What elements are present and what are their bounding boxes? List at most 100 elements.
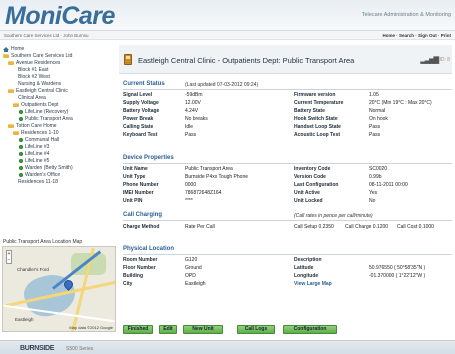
tree-item-communal-hall[interactable]: Communal Hall <box>19 137 59 143</box>
tree-item-outpatients[interactable]: Outpatients Dept <box>13 102 59 108</box>
current-site-user: Southern Care Services Ltd · John Burnsu <box>4 33 89 38</box>
tree-item-clinical-area[interactable]: Clinical Area <box>18 95 46 101</box>
tree-item-lifeline-3[interactable]: LifeLine #3 <box>19 144 49 150</box>
tree-item-block-2[interactable]: Block #2 West <box>18 74 50 80</box>
field-value: Ground <box>185 265 202 271</box>
field-label: Inventory Code <box>294 166 331 172</box>
call-cost-rate: Call Cost 0.1000 <box>397 224 434 230</box>
home-icon <box>3 46 9 52</box>
field-value: G120 <box>185 257 198 263</box>
folder-icon <box>3 54 9 58</box>
status-ok-icon <box>19 110 23 114</box>
divider <box>123 163 452 164</box>
field-label: Latitude <box>294 265 314 271</box>
tree-item-totton[interactable]: Totton Care Home <box>8 123 57 129</box>
map-label: Chandler's Ford <box>17 267 49 272</box>
call-charge-rate: Call Charge 0.1200 <box>345 224 389 230</box>
field-label: Current Temperature <box>294 100 344 106</box>
field-value: Pass <box>369 124 381 130</box>
field-label: Supply Voltage <box>123 100 159 106</box>
charge-method-value: Rate Per Call <box>185 224 215 230</box>
tree-item-wardens-office[interactable]: Warden's Office <box>19 172 60 178</box>
field-value: Public Transport Area <box>185 166 233 172</box>
app-tagline: Telecare Administration & Monitoring <box>361 12 451 18</box>
field-label: Signal Level <box>123 92 153 98</box>
phone-unit-icon <box>124 54 132 65</box>
status-ok-icon <box>19 173 23 177</box>
new-unit-button[interactable]: New Unit <box>183 325 223 334</box>
divider <box>123 220 452 221</box>
signal-strength-icon: ▂▃▅▇ <box>420 57 439 64</box>
map-label: Eastleigh <box>15 317 34 322</box>
field-label: Version Code <box>294 174 326 180</box>
tree-item-southern-care[interactable]: Southern Care Services Ltd <box>3 53 72 59</box>
tree-item-residences-11-18[interactable]: Residences 11-18 <box>18 179 58 185</box>
tree-item-public-transport[interactable]: Public Transport Area <box>19 116 73 122</box>
field-label: Battery Voltage <box>123 108 160 114</box>
map-title: Public Transport Area Location Map <box>3 239 83 245</box>
folder-icon <box>13 103 19 107</box>
tree-item-nursing[interactable]: Nursing & Wardens <box>18 81 61 87</box>
tree-item-eastleigh-clinic[interactable]: Eastleigh Central Clinic <box>8 88 68 94</box>
app-logo[interactable]: MoniCare <box>5 2 115 31</box>
folder-icon <box>8 124 14 128</box>
divider <box>123 254 452 255</box>
field-label: Longitude <box>294 273 319 279</box>
tree-item-lifeline-5[interactable]: LifeLine #5 <box>19 158 49 164</box>
field-value: Idle <box>185 124 194 130</box>
top-nav-links[interactable]: Home · Search · Sign Out · Print <box>382 33 451 38</box>
footer-brand: BURNSIDE <box>20 345 55 352</box>
field-value: **** <box>185 198 193 204</box>
call-logs-button[interactable]: Call Logs <box>237 325 275 334</box>
tree-item-lifeline-4[interactable]: LifeLine #4 <box>19 151 49 157</box>
divider <box>123 89 452 90</box>
field-label: Firmware version <box>294 92 336 98</box>
unit-title-bar: Eastleigh Central Clinic - Outpatients D… <box>119 45 452 74</box>
field-label: Acoustic Loop Test <box>294 132 341 138</box>
field-value: OPD <box>185 273 196 279</box>
map-zoom-control[interactable]: + − <box>6 250 12 264</box>
field-value: 1.05 <box>369 92 379 98</box>
field-label: Power Break <box>123 116 154 122</box>
location-map[interactable]: + − Chandler's Ford Eastleigh Map data ©2… <box>2 246 116 332</box>
section-call-charging: Call Charging <box>123 212 163 218</box>
tree-item-warden-betty[interactable]: Warden (Betty Smith) <box>19 165 73 171</box>
finished-button[interactable]: Finished <box>123 325 153 334</box>
app-header: MoniCare Telecare Administration & Monit… <box>0 0 455 31</box>
field-label: Handset Loop State <box>294 124 341 130</box>
page-title: Eastleigh Central Clinic - Outpatients D… <box>138 56 355 65</box>
tree-item-block-1[interactable]: Block #1 East <box>18 67 49 73</box>
status-ok-icon <box>19 138 23 142</box>
field-value: No <box>369 198 376 204</box>
footer: BURNSIDE S500 Series <box>0 340 455 354</box>
field-value: Burnside P4xx Tough Phone <box>185 174 249 180</box>
view-large-map-link[interactable]: View Large Map <box>294 281 332 287</box>
field-value: Pass <box>185 132 197 138</box>
folder-icon <box>8 61 14 65</box>
status-ok-icon <box>19 145 23 149</box>
field-value: Eastleigh <box>185 281 206 287</box>
folder-icon <box>8 89 14 93</box>
field-value: SC0020 <box>369 166 388 172</box>
field-label: Unit Name <box>123 166 148 172</box>
field-label: Room Number <box>123 257 158 263</box>
unit-id: ID: 8 <box>439 57 450 63</box>
tree-item-residences-1-10[interactable]: Residences 1-10 <box>13 130 59 136</box>
field-label: Calling State <box>123 124 154 130</box>
call-setup-rate: Call Setup 0.2350 <box>294 224 334 230</box>
tree-item-avenue-residences[interactable]: Avenue Residences <box>8 60 60 66</box>
section-current-status: Current Status <box>123 81 165 87</box>
field-label: Description <box>294 257 322 263</box>
tree-item-home[interactable]: Home <box>3 46 24 52</box>
field-label: Hook Switch State <box>294 116 338 122</box>
field-value: On hook <box>369 116 388 122</box>
field-label: Unit Type <box>123 174 146 180</box>
edit-button[interactable]: Edit <box>159 325 177 334</box>
field-label: Floor Number <box>123 265 156 271</box>
field-value: 08-11-2011 00:00 <box>369 182 408 188</box>
field-value: 20°C (Min 19°C : Max 20°C) <box>369 100 432 106</box>
field-label: IMEI Number <box>123 190 154 196</box>
tree-item-lifeline-recovery[interactable]: LifeLine (Recovery) <box>19 109 68 115</box>
configuration-button[interactable]: Configuration <box>283 325 337 334</box>
call-rates-note: (Call rates in pence per call/minute) <box>294 213 373 219</box>
